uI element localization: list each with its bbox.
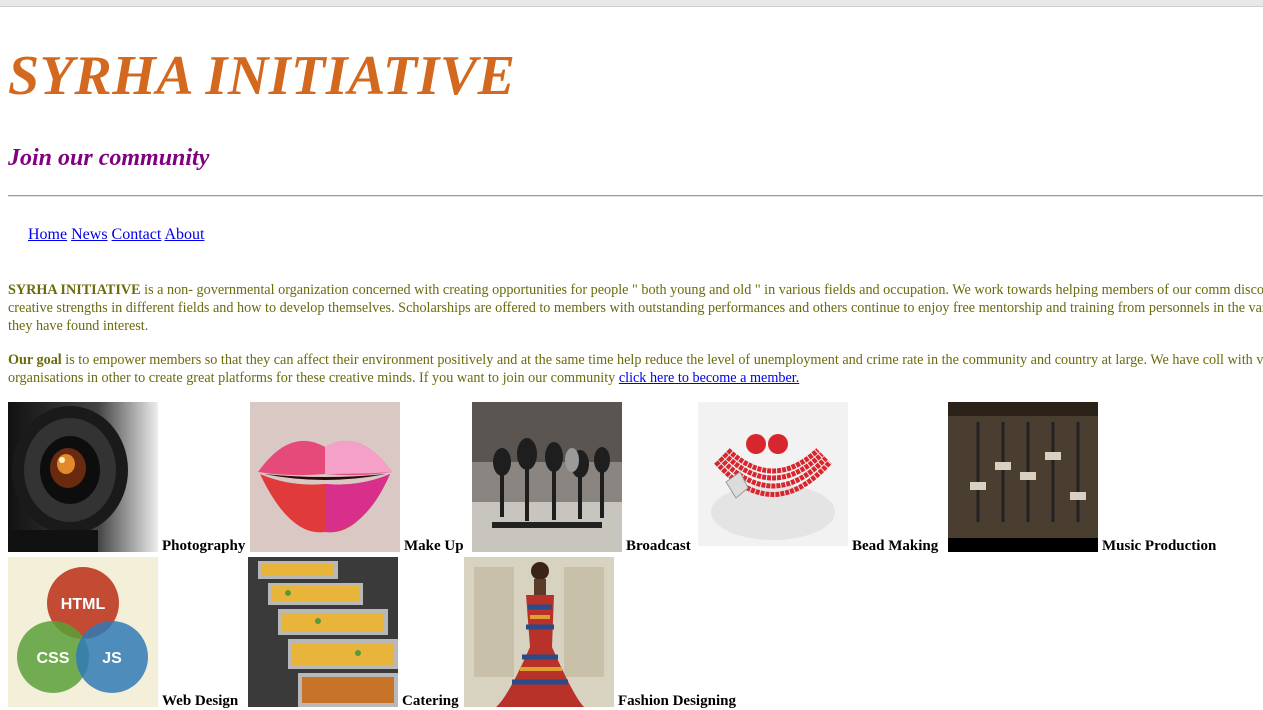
main-nav: Home News Contact About bbox=[28, 226, 204, 244]
header-divider bbox=[8, 195, 1263, 197]
gallery-caption-bead-making: Bead Making bbox=[852, 538, 939, 554]
browser-top-edge bbox=[0, 0, 1263, 7]
lips-image bbox=[250, 402, 400, 552]
venn-css-label: CSS bbox=[37, 650, 70, 667]
gallery-caption-fashion-designing: Fashion Designing bbox=[618, 693, 736, 709]
gallery-caption-web-design: Web Design bbox=[162, 693, 239, 709]
intro-org-name: SYRHA INITIATIVE bbox=[8, 282, 141, 298]
microphones-image bbox=[472, 402, 622, 552]
nav-link-about[interactable]: About bbox=[164, 226, 204, 243]
camera-lens-image bbox=[8, 402, 158, 552]
become-member-link[interactable]: click here to become a member. bbox=[619, 370, 799, 386]
food-trays-image bbox=[248, 557, 398, 707]
mixing-console-image bbox=[948, 402, 1098, 552]
venn-html-label: HTML bbox=[61, 596, 106, 613]
site-title: SYRHA INITIATIVE bbox=[8, 45, 516, 107]
nav-link-news[interactable]: News bbox=[71, 226, 107, 243]
nav-link-home[interactable]: Home bbox=[28, 226, 67, 243]
nav-link-contact[interactable]: Contact bbox=[112, 226, 162, 243]
intro-text: is a non- governmental organization conc… bbox=[8, 282, 1263, 334]
fashion-dress-image bbox=[464, 557, 614, 707]
goal-paragraph: Our goal is to empower members so that t… bbox=[8, 351, 1263, 387]
gallery-caption-broadcast: Broadcast bbox=[626, 538, 691, 554]
goal-heading: Our goal bbox=[8, 352, 62, 368]
bead-necklace-image bbox=[698, 402, 848, 552]
gallery-caption-catering: Catering bbox=[402, 693, 459, 709]
gallery-caption-music-production: Music Production bbox=[1102, 538, 1217, 554]
venn-js-label: JS bbox=[102, 650, 122, 667]
intro-paragraph: SYRHA INITIATIVE is a non- governmental … bbox=[8, 281, 1263, 335]
html-css-js-venn-image: HTML CSS JS bbox=[8, 557, 158, 707]
page-tagline: Join our community bbox=[8, 145, 210, 171]
gallery-caption-photography: Photography bbox=[162, 538, 246, 554]
gallery-caption-make-up: Make Up bbox=[404, 538, 464, 554]
